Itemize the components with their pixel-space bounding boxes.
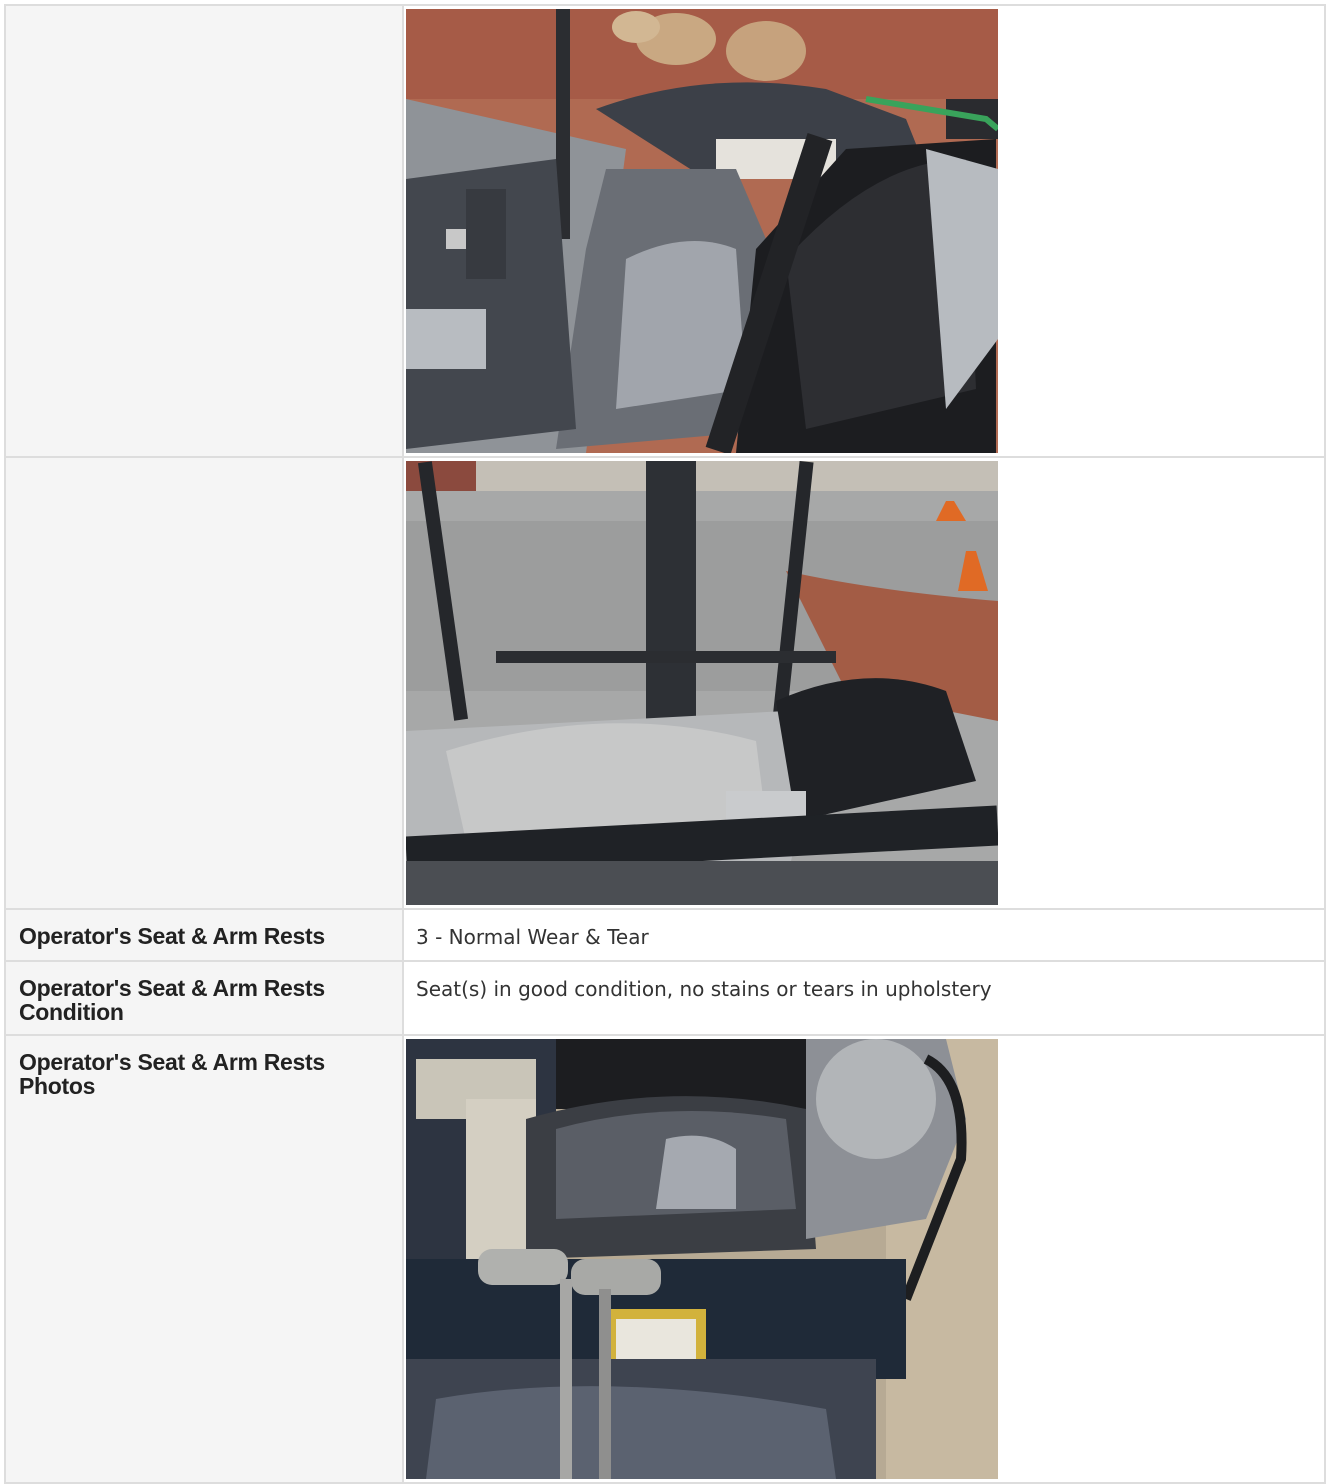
row-value-cell: Seat(s) in good condition, no stains or … bbox=[402, 960, 1326, 1036]
row-label-cell bbox=[4, 4, 404, 458]
excavator-cab-seat-side-photo[interactable] bbox=[406, 9, 998, 453]
row-label-cell: Operator's Seat & Arm Rests bbox=[4, 908, 404, 962]
row-label: Operator's Seat & Arm Rests bbox=[19, 923, 325, 949]
photo-image bbox=[406, 1039, 998, 1479]
operator-seat-controls-photo[interactable] bbox=[406, 1039, 998, 1479]
row-label-cell bbox=[4, 456, 404, 910]
excavator-cab-front-view-photo[interactable] bbox=[406, 461, 998, 905]
table-row: Operator's Seat & Arm Rests Photos bbox=[4, 1034, 1326, 1484]
row-label-cell: Operator's Seat & Arm Rests Condition bbox=[4, 960, 404, 1036]
row-value: 3 - Normal Wear & Tear bbox=[416, 925, 649, 949]
row-label bbox=[6, 6, 402, 30]
row-label: Operator's Seat & Arm Rests Condition bbox=[19, 975, 325, 1025]
row-value-cell: 3 - Normal Wear & Tear bbox=[402, 908, 1326, 962]
row-value-cell bbox=[402, 4, 1326, 458]
table-row: Operator's Seat & Arm Rests 3 - Normal W… bbox=[4, 908, 1326, 962]
row-value: Seat(s) in good condition, no stains or … bbox=[416, 977, 992, 1001]
table-row bbox=[4, 4, 1326, 458]
photo-image bbox=[406, 461, 998, 905]
row-label: Operator's Seat & Arm Rests Photos bbox=[19, 1049, 325, 1099]
table-row bbox=[4, 456, 1326, 910]
row-label bbox=[6, 458, 402, 482]
row-value-cell bbox=[402, 1034, 1326, 1484]
photo-image bbox=[406, 9, 998, 453]
row-label-cell: Operator's Seat & Arm Rests Photos bbox=[4, 1034, 404, 1484]
inspection-report-table: Operator's Seat & Arm Rests 3 - Normal W… bbox=[4, 4, 1326, 1484]
table-row: Operator's Seat & Arm Rests Condition Se… bbox=[4, 960, 1326, 1036]
row-value-cell bbox=[402, 456, 1326, 910]
